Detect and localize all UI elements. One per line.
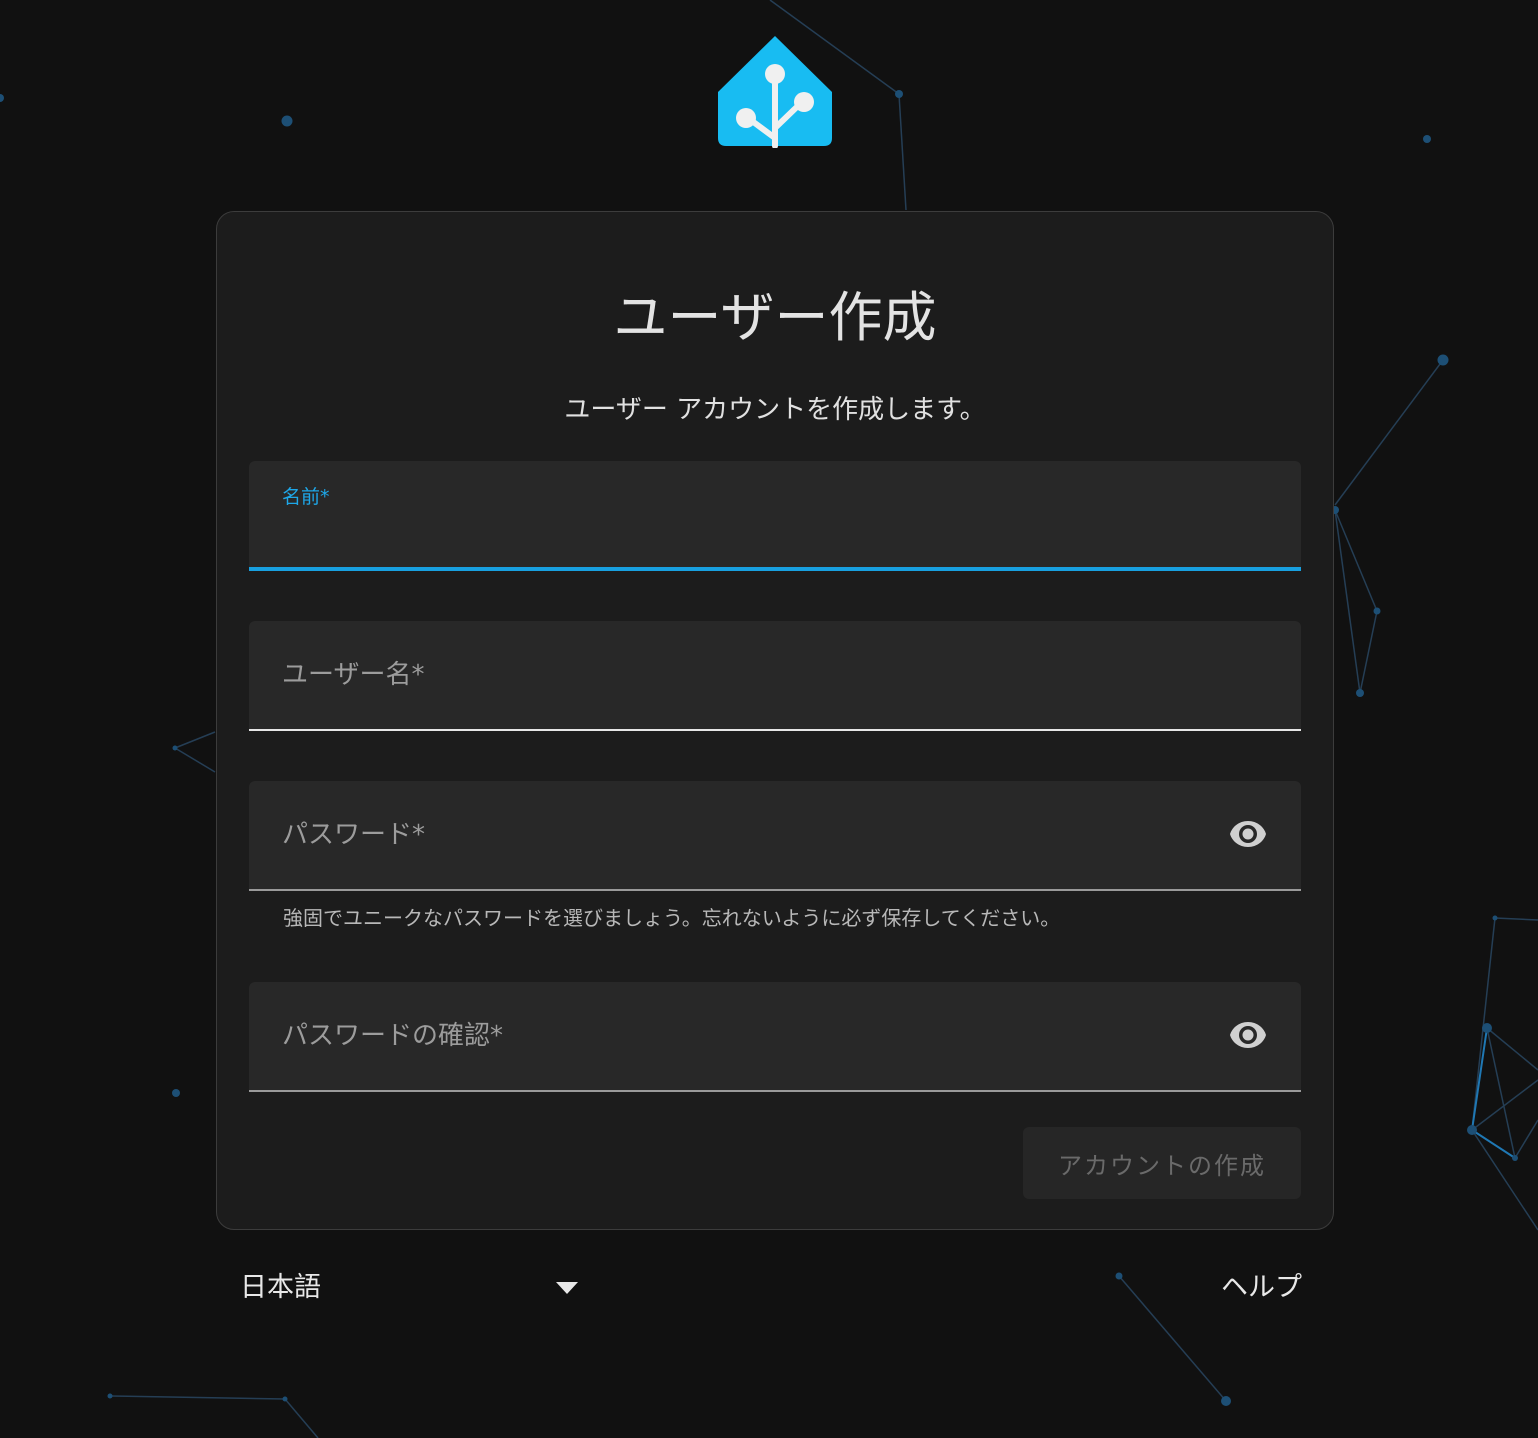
confirm-password-input[interactable]	[282, 1034, 1201, 1076]
page-title: ユーザー作成	[613, 286, 937, 349]
password-helper-text: 強固でユニークなパスワードを選びましょう。忘れないように必ず保存してください。	[283, 906, 1061, 930]
home-assistant-logo-icon	[718, 36, 832, 148]
password-field[interactable]: パスワード*	[249, 781, 1301, 891]
eye-icon[interactable]	[1229, 1020, 1267, 1050]
page-subtitle: ユーザー アカウントを作成します。	[564, 395, 986, 425]
help-link[interactable]: ヘルプ	[1221, 1270, 1302, 1306]
language-select-value: 日本語	[240, 1272, 321, 1303]
password-input[interactable]	[282, 833, 1201, 875]
username-field[interactable]: ユーザー名*	[249, 621, 1301, 731]
language-select[interactable]: 日本語	[240, 1264, 580, 1312]
confirm-password-field[interactable]: パスワードの確認*	[249, 982, 1301, 1092]
name-field[interactable]: 名前*	[249, 461, 1301, 571]
username-input[interactable]	[282, 673, 1201, 715]
name-field-label: 名前*	[282, 486, 330, 508]
name-input[interactable]	[282, 513, 1201, 555]
create-account-button[interactable]: アカウントの作成	[1023, 1127, 1301, 1199]
create-user-card: ユーザー作成 ユーザー アカウントを作成します。 名前* ユーザー名* パスワー…	[216, 211, 1334, 1230]
eye-icon[interactable]	[1229, 819, 1267, 849]
caret-down-icon	[556, 1282, 578, 1294]
